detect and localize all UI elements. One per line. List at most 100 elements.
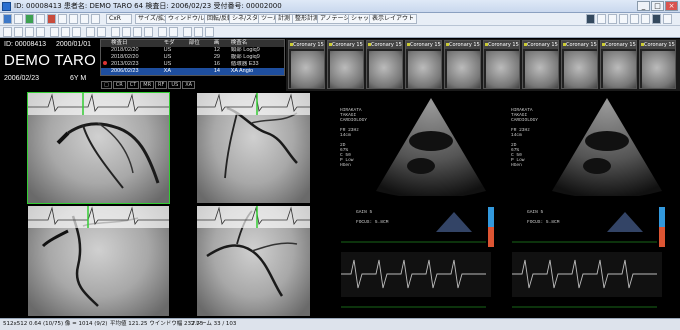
app-icon (2, 2, 11, 11)
col-bodypart[interactable]: 部位 (186, 40, 212, 47)
col-date[interactable]: 検査日 (109, 40, 162, 47)
doppler-info: GAIN 5 FOCUS: 5.8CM (527, 210, 560, 225)
doppler-viewport[interactable]: GAIN 5 FOCUS: 5.8CM (507, 202, 679, 314)
cine-next-icon[interactable] (194, 27, 203, 37)
thumbnail[interactable]: Coronary 15 (600, 40, 637, 89)
open-icon[interactable] (3, 14, 12, 24)
filter-xa[interactable]: XA (182, 81, 196, 89)
print-icon[interactable] (25, 14, 34, 24)
angio-viewport[interactable] (197, 206, 310, 316)
col-images[interactable]: 画 (211, 40, 229, 47)
compare-icon[interactable] (80, 14, 89, 24)
status-image-info: 512x512 0.64 (10/75) 像 = 1014 (9/2) (3, 321, 108, 327)
col-study-name[interactable]: 検査名 (228, 40, 284, 47)
doppler-viewport[interactable]: GAIN 5 FOCUS: 5.8CM (336, 202, 508, 314)
ruler-icon[interactable] (111, 27, 120, 37)
layout-4-icon[interactable] (608, 14, 617, 24)
grid-icon[interactable] (58, 14, 67, 24)
fullscreen-icon[interactable] (652, 14, 661, 24)
mode-select[interactable]: CxR (106, 14, 132, 24)
ecg-trace (197, 206, 310, 228)
toolbar-icons: CxR サイズ/拡大 ウィンドウ/レベル 回転/反転 シネ/スタック ツール 計… (0, 13, 680, 26)
filter-cr[interactable]: CR (112, 81, 126, 89)
pointer-icon[interactable] (3, 27, 12, 37)
play-icon[interactable] (86, 27, 95, 37)
loop-icon[interactable] (205, 27, 214, 37)
title-bar: ID: 00008413 患者名: DEMO TARO 64 検査日: 2006… (0, 0, 680, 13)
thumbnail[interactable]: Coronary 15 (639, 40, 676, 89)
thumbnail[interactable]: Coronary 15 (366, 40, 403, 89)
layout-2-icon[interactable] (597, 14, 606, 24)
echo-info: HIRAKATA TAKAGI CARDIOLOGY FR 23Hz 14cm … (340, 108, 368, 168)
angle-icon[interactable] (122, 27, 131, 37)
window-title: ID: 00008413 患者名: DEMO TARO 64 検査日: 2006… (14, 2, 282, 10)
patient-id: ID: 00008413 (4, 41, 47, 48)
table-row[interactable]: 2018/02/20 US 12 頸部 Logiq9 (101, 47, 284, 54)
table-row[interactable]: 2018/02/20 US 29 腹部 Logiq9 (101, 54, 284, 61)
cine-prev-icon[interactable] (183, 27, 192, 37)
filter-all[interactable]: □ (101, 81, 112, 89)
modality-filter: □ CR CT MR RF US XA (100, 81, 285, 90)
thumbnail[interactable]: Coronary 15 (444, 40, 481, 89)
layout-1-icon[interactable] (586, 14, 595, 24)
record-dot-icon (103, 61, 107, 65)
help-icon[interactable] (663, 14, 672, 24)
thumbnail-strip: Coronary 15 Coronary 15 Coronary 15 Coro… (286, 39, 680, 91)
echo-info: HIRAKATA TAKAGI CARDIOLOGY FR 23Hz 14cm … (511, 108, 539, 168)
window-controls: _ □ × (637, 1, 678, 12)
layout-6-icon[interactable] (619, 14, 628, 24)
window-level-icon[interactable] (36, 27, 45, 37)
filter-mr[interactable]: MR (140, 81, 155, 89)
patient-dob: 2000/01/01 (56, 41, 92, 48)
ecg-trace (28, 206, 169, 228)
patient-info-panel: ID: 00008413 2000/01/01 DEMO TARO 2006/0… (0, 39, 100, 89)
export-icon[interactable] (91, 14, 100, 24)
save-icon[interactable] (14, 14, 23, 24)
thumbnail[interactable]: Coronary 15 (561, 40, 598, 89)
filter-ct[interactable]: CT (126, 81, 140, 89)
roi-icon[interactable] (133, 27, 142, 37)
filter-us[interactable]: US (168, 81, 182, 89)
study-list: 検査日 モダ 部位 画 検査名 2018/02/20 US 12 頸部 Logi… (100, 39, 285, 76)
ecg-trace (197, 93, 310, 115)
tab-measure[interactable]: 計測 (275, 14, 294, 24)
reset-icon[interactable] (169, 27, 178, 37)
thumbnail[interactable]: Coronary 15 (522, 40, 559, 89)
search-icon[interactable] (36, 14, 45, 24)
table-row[interactable]: 2006/02/23 XA 14 XA Angio (101, 68, 284, 75)
rotate-icon[interactable] (50, 27, 59, 37)
maximize-button[interactable]: □ (651, 1, 664, 11)
angio-viewport[interactable] (27, 92, 170, 204)
tab-display-layout[interactable]: 表示レイアウト (369, 14, 418, 24)
thumbnail[interactable]: Coronary 15 (288, 40, 325, 89)
text-icon[interactable] (144, 27, 153, 37)
zoom-icon[interactable] (25, 27, 34, 37)
thumbnail[interactable]: Coronary 15 (405, 40, 442, 89)
viewer-area: HIRAKATA TAKAGI CARDIOLOGY FR 23Hz 14cm … (0, 92, 680, 316)
col-modality[interactable]: モダ (161, 40, 187, 47)
minimize-button[interactable]: _ (637, 1, 650, 11)
arrow-icon[interactable] (158, 27, 167, 37)
patient-name: DEMO TARO (4, 52, 97, 69)
layout-8-icon[interactable] (630, 14, 639, 24)
layout-icon[interactable] (69, 14, 78, 24)
patient-age-sex: 6Y M (70, 75, 87, 82)
pan-icon[interactable] (14, 27, 23, 37)
study-list-header: 検査日 モダ 部位 画 検査名 (101, 40, 284, 47)
layout-9-icon[interactable] (641, 14, 650, 24)
angio-viewport[interactable] (197, 93, 310, 203)
echo-viewport[interactable]: HIRAKATA TAKAGI CARDIOLOGY FR 23Hz 14cm … (336, 96, 508, 196)
angio-viewport[interactable] (28, 206, 169, 316)
filter-rf[interactable]: RF (155, 81, 168, 89)
stop-icon[interactable] (97, 27, 106, 37)
close-button[interactable]: × (665, 1, 678, 11)
flip-icon[interactable] (61, 27, 70, 37)
status-frame-info: フレーム 33 / 103 (190, 321, 237, 327)
invert-icon[interactable] (72, 27, 81, 37)
table-row[interactable]: 2013/02/23 US 16 循環器 E33 (101, 61, 284, 68)
echo-viewport[interactable]: HIRAKATA TAKAGI CARDIOLOGY FR 23Hz 14cm … (507, 96, 679, 196)
app-window: ID: 00008413 患者名: DEMO TARO 64 検査日: 2006… (0, 0, 680, 330)
thumbnail[interactable]: Coronary 15 (327, 40, 364, 89)
delete-icon[interactable] (47, 14, 56, 24)
thumbnail[interactable]: Coronary 15 (483, 40, 520, 89)
